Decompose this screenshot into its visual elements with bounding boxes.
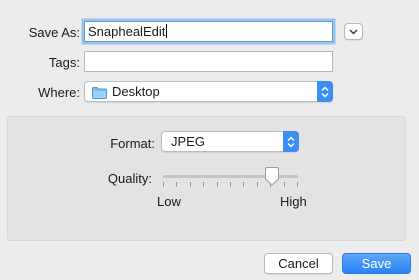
where-popup[interactable]: Desktop	[84, 81, 333, 102]
where-value: Desktop	[112, 84, 160, 99]
tags-input[interactable]	[84, 51, 333, 72]
format-popup-arrows	[283, 131, 299, 152]
slider-tick	[176, 182, 177, 187]
save-button[interactable]: Save	[342, 253, 411, 274]
folder-icon	[92, 86, 107, 104]
text-cursor	[166, 24, 168, 38]
quality-slider[interactable]	[163, 166, 298, 188]
slider-tick	[257, 182, 258, 187]
slider-tick	[230, 182, 231, 187]
tags-label: Tags:	[48, 55, 80, 70]
format-label: Format:	[110, 136, 155, 151]
save-as-value: SnaphealEdit	[88, 24, 166, 39]
quality-label: Quality:	[107, 171, 152, 186]
chevron-down-icon	[349, 29, 358, 34]
quality-high-label: High	[280, 194, 307, 209]
slider-tick	[217, 182, 218, 187]
format-value: JPEG	[171, 134, 205, 149]
expand-dialog-button[interactable]	[344, 23, 363, 40]
up-down-arrows-icon	[321, 86, 329, 97]
slider-tick	[163, 182, 164, 187]
save-as-input[interactable]: SnaphealEdit	[84, 21, 333, 42]
up-down-arrows-icon	[287, 136, 295, 147]
slider-tick	[243, 182, 244, 187]
save-as-label: Save As:	[28, 25, 80, 40]
slider-tick	[203, 182, 204, 187]
slider-knob[interactable]	[264, 167, 280, 186]
format-popup[interactable]: JPEG	[161, 131, 299, 152]
cancel-button[interactable]: Cancel	[264, 253, 333, 274]
slider-tick	[297, 182, 298, 187]
where-popup-arrows	[317, 81, 333, 102]
where-label: Where:	[38, 85, 80, 100]
slider-tick	[284, 182, 285, 187]
quality-low-label: Low	[157, 194, 181, 209]
slider-tick	[190, 182, 191, 187]
